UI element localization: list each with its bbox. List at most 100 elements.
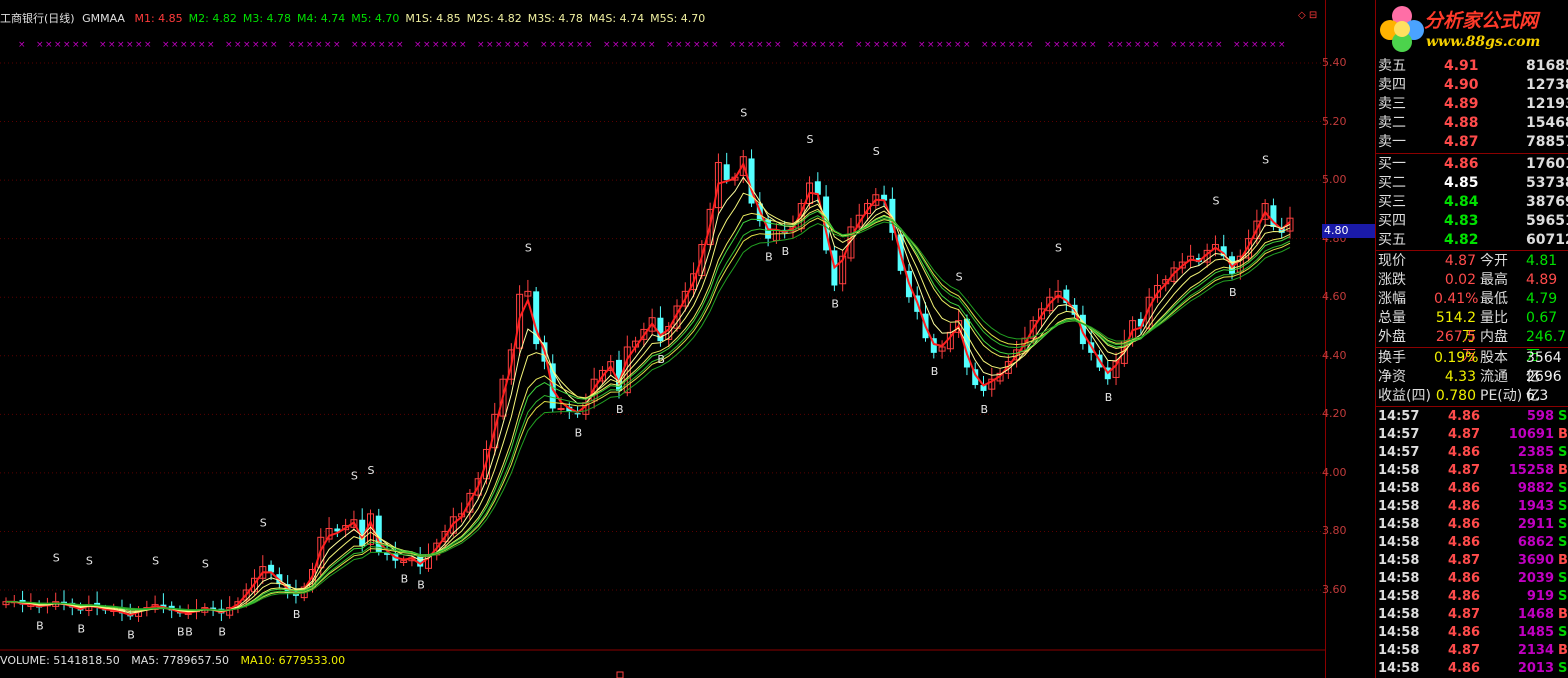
- stat-value: 0.19%: [1434, 350, 1479, 366]
- tick-volume: 598: [1526, 409, 1554, 424]
- stat-value: 4.79: [1526, 291, 1558, 307]
- tick-time: 14:58: [1378, 571, 1420, 586]
- kline-chart[interactable]: × × × × × × × × × × × × × × × × × × × × × × × × × × × × × × × × × × × × × × × ×…: [0, 0, 1325, 678]
- tick-direction: B: [1558, 553, 1568, 568]
- signal-marker: ×: [171, 40, 179, 50]
- tick-volume: 1943: [1517, 499, 1554, 514]
- signal-marker: ×: [801, 40, 809, 50]
- signal-marker: ×: [711, 40, 719, 50]
- order-label: 卖四: [1378, 77, 1406, 93]
- tick-price: 4.86: [1448, 517, 1481, 532]
- order-book-row: 买五 4.82 60712: [1376, 231, 1568, 250]
- tick-price: 4.86: [1448, 661, 1481, 676]
- stat-row: 收益(四) 0.780 PE(动) 6.3: [1376, 387, 1568, 406]
- tick-row: 14:58 4.86 9882 S: [1376, 480, 1568, 498]
- ma-item: M3S: 4.78: [527, 12, 583, 25]
- gmma-line: [6, 208, 1291, 612]
- signal-marker: ×: [891, 40, 899, 50]
- signal-marker: ×: [873, 40, 881, 50]
- signal-marker: ×: [612, 40, 620, 50]
- order-price: 4.86: [1444, 156, 1479, 172]
- price-tick-label: 5.00: [1322, 173, 1347, 187]
- signal-marker: ×: [351, 40, 359, 50]
- tick-row: 14:58 4.86 919 S: [1376, 588, 1568, 606]
- kline-chart-area[interactable]: × × × × × × × × × × × × × × × × × × × × × × × × × × × × × × × × × × × × × × × ×…: [0, 0, 1325, 678]
- stat-label: 最高: [1480, 272, 1508, 288]
- stat-row: 涨跌 0.02 最高 4.89: [1376, 271, 1568, 290]
- signal-marker: ×: [675, 40, 683, 50]
- buy-signal: B: [417, 579, 425, 592]
- signal-marker: ×: [882, 40, 890, 50]
- flower-icon: [1380, 6, 1424, 52]
- order-book-row: 买一 4.86 17601: [1376, 155, 1568, 174]
- tick-price: 4.86: [1448, 625, 1481, 640]
- signal-marker: ×: [666, 40, 674, 50]
- ticks-divider: [1376, 406, 1568, 407]
- stats-divider-top: [1376, 250, 1568, 251]
- signal-marker: ×: [126, 40, 134, 50]
- order-volume: 78857: [1526, 134, 1568, 150]
- signal-marker: ×: [63, 40, 71, 50]
- stat-label: PE(动): [1480, 388, 1523, 404]
- tick-time: 14:58: [1378, 607, 1420, 622]
- stat-label: 净资: [1378, 369, 1406, 385]
- candle-body: [268, 564, 275, 573]
- stat-label: 内盘: [1480, 329, 1508, 345]
- order-volume: 60712: [1526, 232, 1568, 248]
- gmma-line: [6, 210, 1291, 612]
- ma-item: M5S: 4.70: [650, 12, 706, 25]
- tick-time: 14:58: [1378, 481, 1420, 496]
- signal-marker: ×: [810, 40, 818, 50]
- order-volume: 121935: [1526, 96, 1568, 112]
- stat-label: 流通: [1480, 369, 1508, 385]
- signal-marker: ×: [36, 40, 44, 50]
- signal-marker: ×: [522, 40, 530, 50]
- signal-marker: ×: [999, 40, 1007, 50]
- signal-marker: ×: [1125, 40, 1133, 50]
- tick-volume: 15258: [1508, 463, 1554, 478]
- order-volume: 59651: [1526, 213, 1568, 229]
- tick-volume: 919: [1526, 589, 1554, 604]
- signal-marker: ×: [1188, 40, 1196, 50]
- tick-direction: B: [1558, 643, 1568, 658]
- buy-signal: B: [36, 620, 44, 633]
- buy-signal: B: [765, 251, 773, 264]
- signal-marker: ×: [963, 40, 971, 50]
- signal-marker: ×: [837, 40, 845, 50]
- buy-signal: B: [185, 625, 193, 638]
- signal-marker: ×: [648, 40, 656, 50]
- signal-marker: ×: [1008, 40, 1016, 50]
- ma-item: M5: 4.70: [351, 12, 400, 25]
- price-tick-label: 5.40: [1322, 56, 1347, 69]
- signal-marker: ×: [432, 40, 440, 50]
- tick-price: 4.87: [1448, 427, 1481, 442]
- price-axis: [1325, 0, 1376, 678]
- signal-marker: ×: [1233, 40, 1241, 50]
- stat-label: 今开: [1480, 253, 1508, 269]
- signal-marker: ×: [72, 40, 80, 50]
- signal-marker: ×: [684, 40, 692, 50]
- tick-direction: S: [1558, 571, 1568, 586]
- signal-marker: ×: [1044, 40, 1052, 50]
- tick-time: 14:58: [1378, 661, 1420, 676]
- quote-panel: 分析家公式网 www.88gs.com 卖五 4.91 81685 卖四 4.90 127…: [1375, 0, 1568, 678]
- sell-signal: S: [1055, 241, 1062, 254]
- signal-marker: ×: [927, 40, 935, 50]
- order-book-row: 卖一 4.87 78857: [1376, 133, 1568, 152]
- ma-item: M4S: 4.74: [588, 12, 645, 25]
- volume-ma5: MA5: 7789657.50: [131, 654, 229, 667]
- signal-marker: ×: [1215, 40, 1223, 50]
- signal-marker: ×: [288, 40, 296, 50]
- stat-value: 4.81: [1526, 253, 1558, 269]
- signal-marker: ×: [1170, 40, 1178, 50]
- stat-value: 0.780: [1435, 388, 1476, 404]
- chart-controls[interactable]: ◇ ⊟: [1298, 10, 1317, 21]
- tick-volume: 2911: [1517, 517, 1554, 532]
- signal-marker: ×: [315, 40, 323, 50]
- signal-marker: ×: [45, 40, 53, 50]
- stat-row: 换手 0.19% 股本 3564亿: [1376, 349, 1568, 385]
- signal-marker: ×: [117, 40, 125, 50]
- stat-value: 0.67: [1526, 310, 1558, 326]
- order-price: 4.82: [1444, 232, 1479, 248]
- order-label: 卖三: [1378, 96, 1406, 112]
